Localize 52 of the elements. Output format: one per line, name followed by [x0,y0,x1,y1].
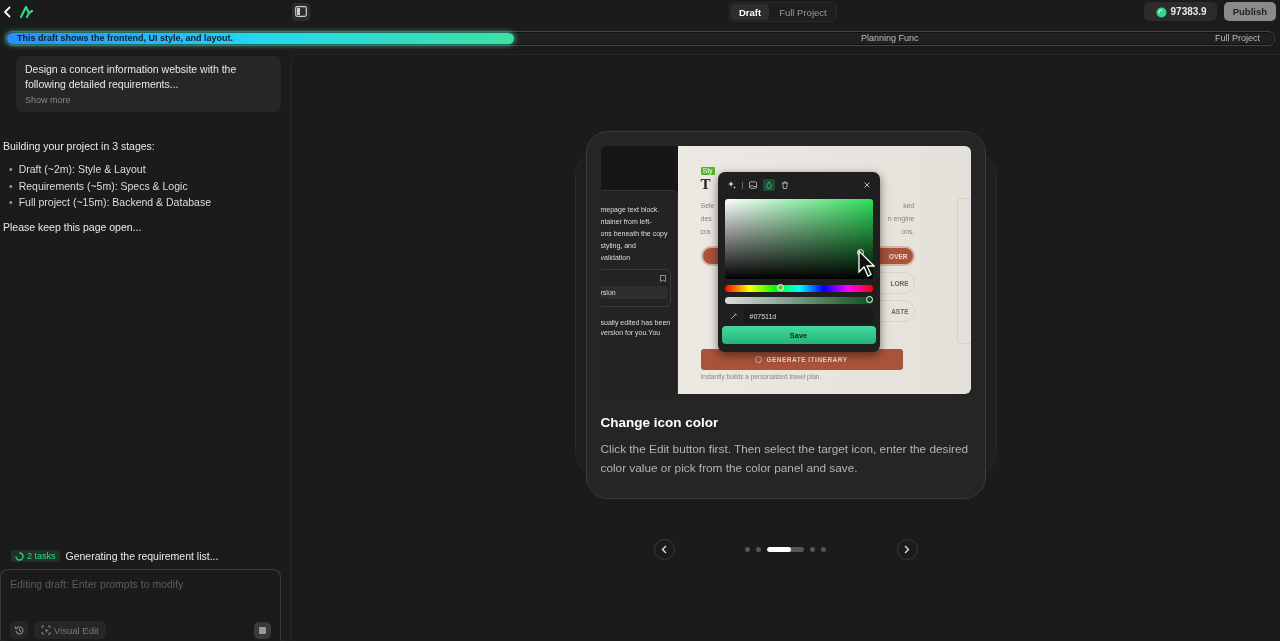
opacity-thumb[interactable] [865,296,873,303]
visual-edit-button[interactable]: Visual Edit [34,621,106,639]
publish-button[interactable]: Publish [1223,2,1276,21]
stage-label: Planning Func [861,33,919,43]
page-title: T [700,176,711,192]
stage-item: Requirements (~5m): Specs & Logic [18,178,188,194]
sidebar-toggle-icon[interactable] [292,2,310,21]
cursor-icon [857,250,875,277]
note-text: Please keep this page open... [3,220,143,233]
tasks-count: 2 tasks [27,551,56,561]
carousel-dot[interactable] [810,547,815,552]
carousel-dot[interactable] [821,547,826,552]
tasks-badge[interactable]: 2 tasks [11,550,60,562]
intro-text: Building your project in 3 stages: [3,140,156,152]
coin-icon [1155,5,1167,18]
stage-item: Full project (~15m): Backend & Database [18,195,211,210]
tutorial-title: Change icon color [600,415,720,430]
image-icon[interactable] [746,179,759,191]
saturation-area[interactable] [724,199,873,279]
select-icon [41,625,51,635]
bullet: • [9,178,13,194]
bookmark-icon [659,275,666,282]
chevron-left-icon [661,545,667,554]
tutorial-description: Click the Edit button first. Then select the target icon, enter the desired color value or pick from the color panel and save. [600,441,970,477]
mode-tab[interactable]: Full Project [771,4,835,20]
prompt-input[interactable]: Editing draft: Enter prompts to modify Visual Edit [0,569,281,641]
history-icon[interactable] [10,621,28,639]
carousel-indicator[interactable] [767,547,804,552]
hue-thumb[interactable] [776,284,784,291]
carousel-dot[interactable] [745,547,750,552]
task-status: Generating the requirement list... [65,550,219,562]
stop-button[interactable] [254,621,271,639]
credits-amount: 97383.9 [1170,6,1207,17]
carousel-dot[interactable] [756,547,761,552]
spinner-icon [15,551,24,561]
prompt-text: Design a concert information website with the following detailed requirements... [25,62,238,92]
drop-icon[interactable] [762,179,775,191]
bullet: • [9,195,13,210]
logo-icon[interactable] [20,5,34,18]
credits-badge[interactable]: 97383.9 [1143,2,1217,21]
opacity-slider[interactable] [724,297,873,304]
mode-tab[interactable]: Draft [731,4,770,20]
hue-slider[interactable] [724,285,873,292]
chevron-right-icon [904,545,910,554]
progress-message: This draft shows the frontend, UI style, and layout. [17,33,234,43]
eyedropper-icon[interactable] [729,312,738,320]
back-icon[interactable] [4,5,12,18]
stage-item: Draft (~2m): Style & Layout [18,162,146,177]
stage-label: Full Project [1215,33,1260,43]
bullet: • [9,162,13,177]
close-icon[interactable] [863,182,870,188]
show-more-link[interactable]: Show more [25,95,71,105]
